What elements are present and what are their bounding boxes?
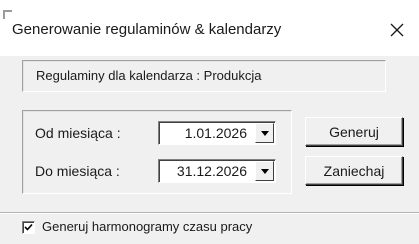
dropdown-arrow-icon <box>260 130 269 136</box>
titlebar-corner-mark <box>3 10 12 19</box>
generate-schedules-checkbox[interactable] <box>22 221 35 234</box>
close-icon <box>390 23 404 37</box>
to-month-dropdown-button[interactable] <box>255 161 274 181</box>
from-month-picker[interactable]: 1.01.2026 <box>158 121 276 145</box>
dialog-titlebar: Generowanie regulaminów & kalendarzy <box>0 0 419 56</box>
dropdown-arrow-icon <box>260 168 269 174</box>
footer-separator <box>0 212 419 214</box>
calendar-info-text: Regulaminy dla kalendarza : Produkcja <box>36 68 262 83</box>
calendar-info-box: Regulaminy dla kalendarza : Produkcja <box>22 60 386 92</box>
to-month-picker[interactable]: 31.12.2026 <box>158 159 276 183</box>
checkmark-icon <box>24 223 33 231</box>
to-month-value: 31.12.2026 <box>176 163 247 179</box>
from-month-value: 1.01.2026 <box>184 125 247 141</box>
date-range-group: Od miesiąca : 1.01.2026 Do miesiąca : 31… <box>22 110 292 194</box>
dialog-title: Generowanie regulaminów & kalendarzy <box>12 21 282 38</box>
generate-button[interactable]: Generuj <box>305 117 403 146</box>
cancel-button[interactable]: Zaniechaj <box>305 156 403 185</box>
from-month-dropdown-button[interactable] <box>255 123 274 143</box>
to-month-label: Do miesiąca : <box>35 163 120 179</box>
generate-schedules-label[interactable]: Generuj harmonogramy czasu pracy <box>42 219 252 234</box>
from-month-label: Od miesiąca : <box>35 125 121 141</box>
close-button[interactable] <box>375 10 419 50</box>
